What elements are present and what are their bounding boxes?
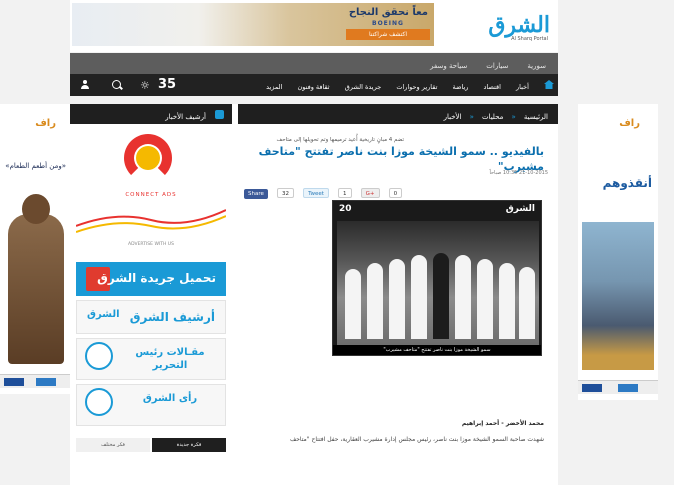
article-byline: محمد الأخضر - أحمد إبراهيم [461,420,544,427]
editor-articles-label: مقـالات رئيس التحرير [135,347,205,371]
sharq-archive-label: أرشيف الشرق [129,310,215,324]
site-logo[interactable]: الشرق Al Sharq Portal [480,6,550,44]
person-figure [499,263,515,339]
breadcrumb-news[interactable]: الأخبار [444,113,462,121]
video-caption: سمو الشيخة موزا بنت ناصر تفتتح "متاحف مش… [333,345,541,355]
left-ad-logo: راف [35,118,56,129]
news-archive-bar[interactable]: أرشيف الأخبار [70,104,232,124]
search-icon[interactable] [112,80,121,89]
banner-headline: معاً نحقق النجاح [348,7,428,18]
connect-ads-title: CONNECT ADS [125,192,177,198]
person-figure [367,263,383,339]
share-buttons: Share 32 Tweet 1 G+ 0 [244,180,406,199]
page: BOEING معاً نحقق النجاح اكتشف شراكتنا ال… [0,0,674,485]
video-frame-image [337,221,539,349]
article-body: شهدت صاحبة السمو الشيخة موزا بنت ناصر، ر… [290,436,544,443]
person-figure [477,259,493,339]
breadcrumb-separator-icon: « [511,113,516,121]
nav-item-sports[interactable]: رياضة [452,76,468,98]
opinion-icon [85,388,113,416]
person-figure [389,259,405,339]
connect-ads-subtitle: ADVERTISE WITH US [128,242,174,247]
banner-brand: BOEING [372,20,404,27]
sharq-archive-tile[interactable]: الشرق أرشيف الشرق [76,300,226,334]
download-newspaper-label: تحميل جريدة الشرق [97,271,216,285]
tab-new-idea[interactable]: فكرة جديدة [152,438,226,452]
right-ad-refugees-image [582,222,654,370]
right-side-ad[interactable]: راف أنقذوهم [578,104,658,400]
breadcrumb: الرئيسية « محليات « الأخبار [238,104,558,124]
right-ad-footer-badge-2 [618,384,638,392]
header-ad-banner[interactable]: BOEING معاً نحقق النجاح اكتشف شراكتنا [72,3,434,46]
article-video-player[interactable]: 20 الشرق سمو الشيخة موزا بنت ناصر تفتتح … [332,200,542,356]
right-ad-footer-badge [582,384,602,392]
banner-aircraft-image [72,3,162,46]
person-figure [455,255,471,339]
archive-bar-label: أرشيف الأخبار [165,113,206,121]
article-date: 21-10-2015 10:35 صباحاً [489,170,548,176]
bottom-tabs: فكرة جديدة فكر مختلف [76,438,226,452]
connect-ads-logo-dot [136,146,160,170]
editor-articles-tile[interactable]: مقـالات رئيس التحرير [76,338,226,380]
left-side-ad[interactable]: راف «ومن أطعم الطعام» [0,104,70,394]
banner-cta-button[interactable]: اكتشف شراكتنا [346,29,430,40]
temperature-readout: 35 [158,77,177,92]
opinion-tile[interactable]: رأى الشرق [76,384,226,426]
logo-text: الشرق [488,12,550,38]
nav-item-news[interactable]: أخبار [516,76,529,98]
nav-item-reports[interactable]: تقارير وحوارات [396,76,437,98]
user-icon[interactable] [80,80,90,90]
weather-icon: ☼ [140,79,150,92]
gplus-button[interactable]: G+ [360,188,380,198]
photo-badge: 20 [339,204,352,214]
photo-logo: الشرق [505,204,535,214]
person-figure [345,269,361,339]
content-area: أرشيف الأخبار الرئيسية « محليات « الأخبا… [70,104,558,485]
left-ad-slogan: «ومن أطعم الطعام» [5,162,66,170]
sub-navigation: سورية سيارات سياحة وسفر [70,53,558,74]
tweet-button[interactable]: Tweet [303,188,329,198]
facebook-share-button[interactable]: Share [244,189,268,199]
connect-ads-ad[interactable]: CONNECT ADS ADVERTISE WITH US [76,130,226,258]
left-ad-child-image [8,214,64,364]
breadcrumb-separator-icon: « [469,113,474,121]
nav-item-newspaper[interactable]: جريدة الشرق [345,76,382,98]
download-newspaper-tile[interactable]: تحميل جريدة الشرق [76,262,226,296]
person-figure [519,267,535,339]
sharq-archive-logo: الشرق [87,309,120,320]
opinion-label: رأى الشرق [142,393,198,404]
nav-item-culture[interactable]: ثقافة وفنون [298,76,330,98]
article-kicker: تضم 4 مبانٍ تاريخية أُعيد ترميمها وتم تح… [276,137,405,143]
gplus-count: 0 [388,188,403,198]
right-ad-footer [578,380,658,394]
connect-ads-wave-graphic [76,209,226,233]
editor-articles-icon [85,342,113,370]
right-ad-logo: راف [619,118,640,129]
main-menu: أخبار اقتصاد رياضة تقارير وحوارات جريدة … [256,74,554,96]
person-figure [411,255,427,339]
left-ad-child-head [22,194,50,224]
left-ad-footer-badge-2 [36,378,56,386]
main-navigation: أخبار اقتصاد رياضة تقارير وحوارات جريدة … [70,74,558,96]
facebook-share-count: 32 [276,188,294,198]
archive-icon [215,110,224,119]
nav-item-economy[interactable]: اقتصاد [484,76,501,98]
right-ad-slogan: أنقذوهم [602,176,652,190]
site-header: BOEING معاً نحقق النجاح اكتشف شراكتنا ال… [70,0,558,52]
breadcrumb-home[interactable]: الرئيسية [524,113,548,121]
logo-tagline: Al Sharq Portal [511,36,548,42]
home-icon[interactable] [544,80,554,89]
tweet-count: 1 [338,188,352,198]
nav-item-more[interactable]: المزيد [266,76,282,98]
breadcrumb-local[interactable]: محليات [482,113,503,121]
left-ad-footer [0,374,70,388]
person-figure [433,253,449,339]
left-ad-footer-badge [4,378,24,386]
tab-different-idea[interactable]: فكر مختلف [76,438,150,452]
